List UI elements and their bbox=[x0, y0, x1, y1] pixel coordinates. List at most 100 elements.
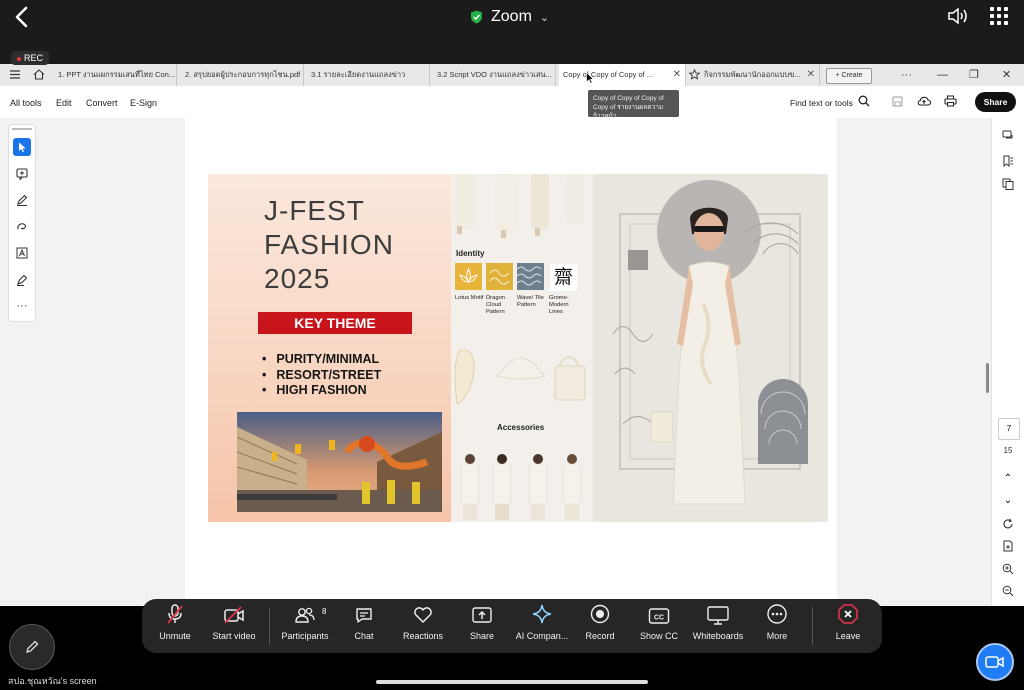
copy-pages-icon[interactable] bbox=[1000, 176, 1016, 192]
page-down-icon[interactable]: ⌄ bbox=[1000, 492, 1016, 508]
browser-tab[interactable]: 2. สรุปยอดผู้ประกอบการทุกไชน.pdf bbox=[181, 64, 304, 86]
tab-label: กิจกรรมพัฒนานักออกแบบข... bbox=[704, 70, 801, 79]
stamp-tool-icon[interactable] bbox=[13, 271, 31, 289]
upload-cloud-icon[interactable] bbox=[917, 95, 931, 107]
search-icon[interactable] bbox=[858, 95, 870, 107]
whiteboards-button[interactable]: Whiteboards bbox=[688, 599, 748, 653]
comments-panel-icon[interactable] bbox=[1000, 128, 1016, 144]
close-window-icon[interactable]: ✕ bbox=[1002, 64, 1011, 86]
shield-check-icon bbox=[471, 10, 482, 24]
screen-share-owner-label: สปอ.ชุณหวัณ's screen bbox=[8, 676, 97, 686]
chat-button[interactable]: Chat bbox=[342, 599, 386, 653]
left-tool-panel: ··· bbox=[8, 124, 36, 322]
menu-convert[interactable]: Convert bbox=[86, 98, 118, 108]
slide-title-line: 2025 bbox=[264, 263, 331, 294]
tab-label: 2. สรุปยอดผู้ประกอบการทุกไชน.pdf bbox=[185, 70, 301, 79]
page-up-icon[interactable]: ⌃ bbox=[1000, 470, 1016, 486]
browser-tab[interactable]: 3.2 Script VDO งานแถลงข่าวเสน... bbox=[433, 64, 556, 86]
slide-left-panel: J-FEST FASHION 2025 KEY THEME PURITY/MIN… bbox=[208, 174, 451, 522]
browser-tab[interactable]: 3.1 รายละเอียดงานแถลงข่าว bbox=[307, 64, 430, 86]
more-icon bbox=[767, 604, 787, 624]
star-icon bbox=[689, 69, 700, 80]
accessory-images bbox=[454, 349, 586, 405]
show-cc-button[interactable]: CC Show CC bbox=[636, 599, 682, 653]
meeting-title[interactable]: Zoom ⌄ bbox=[470, 6, 549, 28]
share-icon bbox=[472, 607, 492, 623]
grome-modern-swatch: 齋 bbox=[549, 263, 578, 292]
leave-label: Leave bbox=[835, 631, 861, 641]
current-page-field[interactable]: 7 bbox=[998, 418, 1020, 440]
more-button[interactable]: More bbox=[756, 599, 798, 653]
browser-tab[interactable]: 1. PPT งานแผกรรมเสนที่ไทย Con... bbox=[54, 64, 177, 86]
ai-companion-button[interactable]: AI Compan... bbox=[510, 599, 574, 653]
acrobat-toolbar: All tools Edit Convert E-Sign Find text … bbox=[0, 86, 1024, 119]
highlight-pen-icon[interactable] bbox=[13, 191, 31, 209]
save-icon[interactable] bbox=[892, 96, 903, 107]
more-tabs-icon[interactable]: ··· bbox=[901, 64, 912, 86]
unmute-label: Unmute bbox=[159, 631, 191, 641]
key-theme-banner: KEY THEME bbox=[258, 312, 412, 334]
start-video-button[interactable]: Start video bbox=[206, 599, 262, 653]
text-box-icon[interactable] bbox=[13, 244, 31, 262]
tooltip-line: Copy of รายงานผลความก้าวหน้า bbox=[593, 104, 664, 120]
menu-all-tools[interactable]: All tools bbox=[10, 98, 42, 108]
model-cheongsam-image bbox=[612, 180, 808, 505]
menu-icon[interactable] bbox=[10, 70, 20, 79]
cc-icon: CC bbox=[648, 608, 670, 624]
record-dot-icon bbox=[17, 56, 21, 61]
menu-e-sign[interactable]: E-Sign bbox=[130, 98, 157, 108]
share-label: Share bbox=[469, 631, 495, 641]
ai-companion-label: AI Compan... bbox=[515, 631, 569, 641]
video-camera-icon bbox=[985, 656, 1004, 668]
zoom-in-icon[interactable] bbox=[1000, 561, 1016, 577]
camera-floating-button[interactable] bbox=[976, 643, 1014, 681]
browser-tab[interactable]: กิจกรรมพัฒนานักออกแบบข... ✕ bbox=[686, 64, 820, 86]
slide-title-line: FASHION bbox=[264, 229, 394, 260]
more-tools-icon[interactable]: ··· bbox=[13, 297, 31, 315]
model-lineup-image bbox=[460, 454, 582, 520]
whiteboard-icon bbox=[707, 606, 729, 625]
sparkle-icon bbox=[532, 604, 552, 624]
record-button[interactable]: Record bbox=[578, 599, 622, 653]
find-text-or-tools[interactable]: Find text or tools bbox=[790, 98, 853, 108]
draw-tool-icon[interactable] bbox=[13, 218, 31, 236]
browser-tab-active[interactable]: Copy of Copy of Copy of ... ✕ bbox=[559, 64, 686, 86]
tab-label: 1. PPT งานแผกรรมเสนที่ไทย Con... bbox=[58, 70, 176, 79]
close-tab-icon[interactable]: ✕ bbox=[673, 64, 681, 86]
select-tool-icon[interactable] bbox=[13, 138, 31, 156]
zoom-out-icon[interactable] bbox=[1000, 583, 1016, 599]
menu-edit[interactable]: Edit bbox=[56, 98, 72, 108]
vertical-scrollbar[interactable] bbox=[986, 363, 989, 393]
page-info-icon[interactable] bbox=[1000, 538, 1016, 554]
swatch-label: Grome-Modern Lines bbox=[549, 295, 569, 315]
print-icon[interactable] bbox=[944, 95, 957, 107]
speaker-icon[interactable] bbox=[946, 5, 970, 27]
start-video-label: Start video bbox=[212, 631, 256, 641]
dragon-cloud-swatch bbox=[486, 263, 513, 290]
annotate-pencil-button[interactable] bbox=[9, 624, 55, 670]
meeting-title-label: Zoom bbox=[491, 8, 532, 25]
bookmarks-icon[interactable] bbox=[1000, 153, 1016, 169]
back-icon[interactable] bbox=[12, 6, 32, 28]
refresh-icon[interactable] bbox=[1000, 516, 1016, 532]
chat-label: Chat bbox=[354, 631, 374, 641]
home-icon[interactable] bbox=[33, 69, 45, 80]
comment-tool-icon[interactable] bbox=[13, 165, 31, 183]
unmute-button[interactable]: Unmute bbox=[150, 599, 200, 653]
tab-label: 3.1 รายละเอียดงานแถลงข่าว bbox=[311, 70, 406, 79]
right-tool-rail: 7 15 ⌃ ⌄ bbox=[991, 118, 1024, 606]
apps-grid-icon[interactable] bbox=[990, 7, 1008, 25]
meeting-controls-bar: Unmute Start video Participants 8 Chat R… bbox=[142, 599, 882, 653]
leave-button[interactable]: Leave bbox=[826, 599, 870, 653]
reactions-label: Reactions bbox=[402, 631, 444, 641]
minimize-icon[interactable]: — bbox=[937, 64, 948, 86]
share-screen-button[interactable]: Share bbox=[460, 599, 504, 653]
create-label: Create bbox=[841, 72, 863, 79]
swatch-label: Wave/ Tile Pattern bbox=[517, 295, 544, 308]
share-button[interactable]: Share bbox=[975, 92, 1016, 112]
create-button[interactable]: + Create bbox=[826, 68, 872, 84]
close-tab-icon[interactable]: ✕ bbox=[807, 64, 815, 86]
restore-icon[interactable]: ❐ bbox=[969, 64, 979, 86]
zoom-top-bar: Zoom ⌄ bbox=[0, 0, 1024, 64]
reactions-button[interactable]: Reactions bbox=[396, 599, 450, 653]
